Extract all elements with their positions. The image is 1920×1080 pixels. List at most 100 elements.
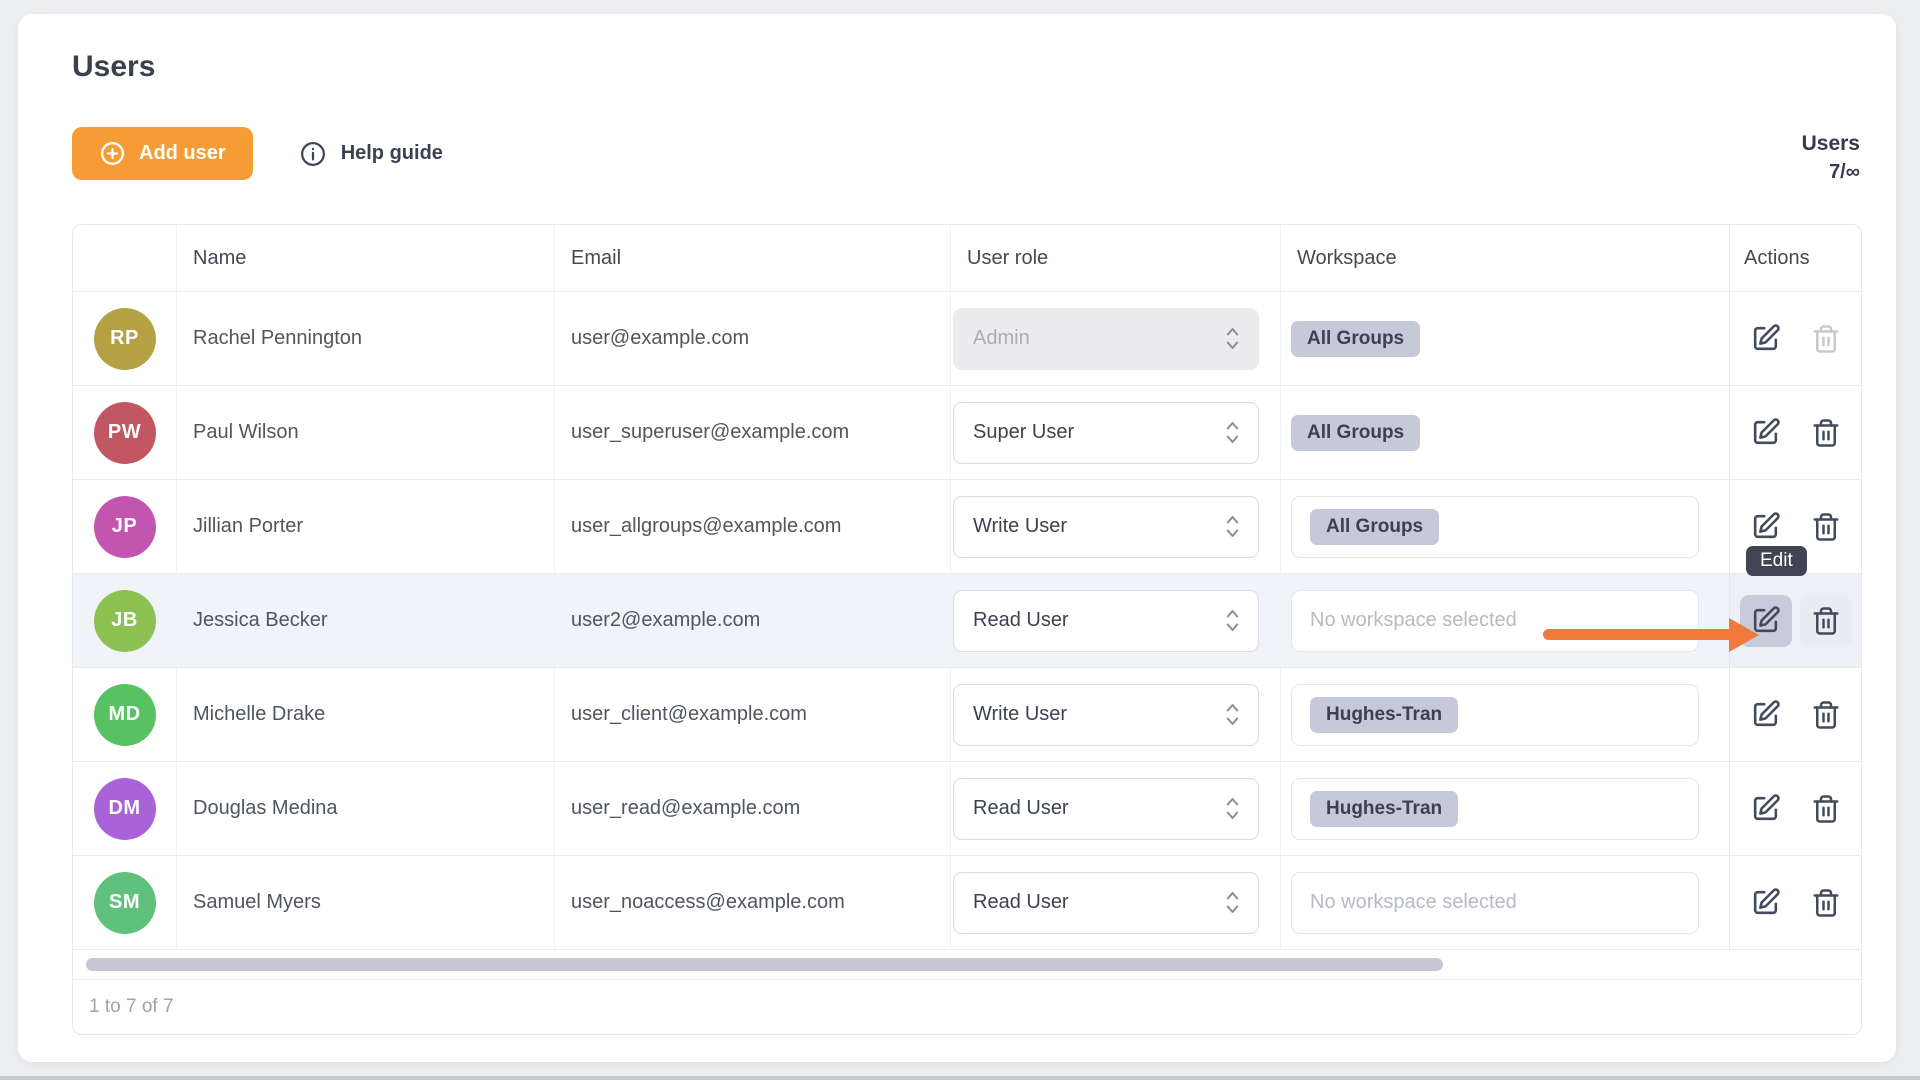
toolbar: Add user Help guide <box>72 127 443 180</box>
add-user-label: Add user <box>139 142 226 165</box>
workspace-select[interactable]: Hughes-Tran <box>1291 684 1699 746</box>
user-name: Samuel Myers <box>177 856 555 949</box>
user-role-value: Read User <box>973 797 1069 820</box>
edit-user-button[interactable] <box>1740 689 1792 741</box>
help-guide-link[interactable]: Help guide <box>299 140 443 168</box>
delete-user-button[interactable] <box>1800 501 1852 553</box>
workspace-placeholder: No workspace selected <box>1310 891 1517 914</box>
avatar-cell: SM <box>73 856 177 949</box>
workspace-cell: Hughes-Tran <box>1281 668 1730 761</box>
user-name: Douglas Medina <box>177 762 555 855</box>
edit-user-button[interactable] <box>1740 407 1792 459</box>
delete-user-button[interactable] <box>1800 783 1852 835</box>
trash-icon <box>1811 888 1841 918</box>
user-role-value: Read User <box>973 609 1069 632</box>
workspace-badge: Hughes-Tran <box>1310 697 1458 733</box>
edit-user-button[interactable] <box>1740 783 1792 835</box>
table-row: JPJillian Porteruser_allgroups@example.c… <box>73 479 1861 573</box>
edit-user-button[interactable] <box>1740 501 1792 553</box>
header-actions: Actions <box>1729 225 1861 291</box>
actions-cell <box>1729 762 1861 855</box>
page-title: Users <box>72 50 155 84</box>
role-cell: Read User <box>951 762 1281 855</box>
table-row: MD Michelle Drakeuser_client@example.comW… <box>73 667 1861 761</box>
avatar-cell: JP <box>73 480 177 573</box>
workspace-select[interactable]: No workspace selected <box>1291 590 1699 652</box>
actions-cell <box>1729 292 1861 385</box>
edit-pencil-icon <box>1750 323 1781 354</box>
workspace-cell: All Groups <box>1281 386 1730 479</box>
workspace-cell: No workspace selected <box>1281 574 1730 667</box>
header-role: User role <box>951 225 1281 291</box>
users-counter-value: 7/∞ <box>1802 157 1860 187</box>
actions-cell <box>1729 668 1861 761</box>
row-range-label: 1 to 7 of 7 <box>89 996 174 1018</box>
user-name: Michelle Drake <box>177 668 555 761</box>
header-name: Name <box>177 225 555 291</box>
table-footer: 1 to 7 of 7 <box>73 979 1861 1034</box>
avatar: PW <box>94 402 156 464</box>
trash-icon <box>1811 700 1841 730</box>
avatar-cell: JB <box>73 574 177 667</box>
workspace-badge: Hughes-Tran <box>1310 791 1458 827</box>
user-role-value: Super User <box>973 421 1074 444</box>
role-cell: Read User <box>951 856 1281 949</box>
delete-user-button[interactable] <box>1800 407 1852 459</box>
avatar-cell: DM <box>73 762 177 855</box>
user-email: user2@example.com <box>555 574 951 667</box>
avatar: MD <box>94 684 156 746</box>
chevron-up-down-icon <box>1223 889 1242 916</box>
table-row: SMSamuel Myersuser_noaccess@example.comR… <box>73 855 1861 949</box>
role-cell: Write User <box>951 480 1281 573</box>
trash-icon <box>1811 418 1841 448</box>
avatar: DM <box>94 778 156 840</box>
workspace-select[interactable]: All Groups <box>1291 496 1699 558</box>
avatar-cell: MD <box>73 668 177 761</box>
header-avatar <box>73 225 177 291</box>
workspace-select[interactable]: Hughes-Tran <box>1291 778 1699 840</box>
user-role-select[interactable]: Read User <box>953 872 1259 934</box>
user-role-value: Admin <box>973 327 1030 350</box>
user-role-value: Read User <box>973 891 1069 914</box>
workspace-badge: All Groups <box>1291 415 1420 451</box>
users-counter-label: Users <box>1802 130 1860 157</box>
avatar-cell: RP <box>73 292 177 385</box>
edit-user-button[interactable] <box>1740 313 1792 365</box>
role-cell: Read User <box>951 574 1281 667</box>
workspace-placeholder: No workspace selected <box>1310 609 1517 632</box>
workspace-cell: All Groups <box>1281 292 1730 385</box>
trash-icon <box>1811 512 1841 542</box>
user-email: user_client@example.com <box>555 668 951 761</box>
chevron-up-down-icon <box>1223 513 1242 540</box>
workspace-select[interactable]: No workspace selected <box>1291 872 1699 934</box>
chevron-up-down-icon <box>1223 325 1242 352</box>
avatar: RP <box>94 308 156 370</box>
workspace-cell: All Groups <box>1281 480 1730 573</box>
workspace-badge: All Groups <box>1310 509 1439 545</box>
user-role-select[interactable]: Read User <box>953 778 1259 840</box>
user-email: user_read@example.com <box>555 762 951 855</box>
chevron-up-down-icon <box>1223 419 1242 446</box>
chevron-up-down-icon <box>1223 607 1242 634</box>
delete-user-button[interactable] <box>1800 595 1852 647</box>
header-workspace: Workspace <box>1281 225 1730 291</box>
user-role-select[interactable]: Write User <box>953 684 1259 746</box>
delete-user-button <box>1800 313 1852 365</box>
trash-icon <box>1811 794 1841 824</box>
edit-pencil-icon <box>1750 699 1781 730</box>
role-cell: Super User <box>951 386 1281 479</box>
add-user-button[interactable]: Add user <box>72 127 253 180</box>
info-icon <box>299 140 327 168</box>
users-table: Name Email User role Workspace Actions R… <box>72 224 1862 1035</box>
user-role-select[interactable]: Read User <box>953 590 1259 652</box>
delete-user-button[interactable] <box>1800 689 1852 741</box>
horizontal-scrollbar <box>73 949 1861 979</box>
user-role-select[interactable]: Super User <box>953 402 1259 464</box>
user-role-select: Admin <box>953 308 1259 370</box>
user-role-select[interactable]: Write User <box>953 496 1259 558</box>
delete-user-button[interactable] <box>1800 877 1852 929</box>
workspace-badge: All Groups <box>1291 321 1420 357</box>
edit-user-button[interactable] <box>1740 877 1792 929</box>
scrollbar-thumb[interactable] <box>86 958 1443 971</box>
avatar: SM <box>94 872 156 934</box>
